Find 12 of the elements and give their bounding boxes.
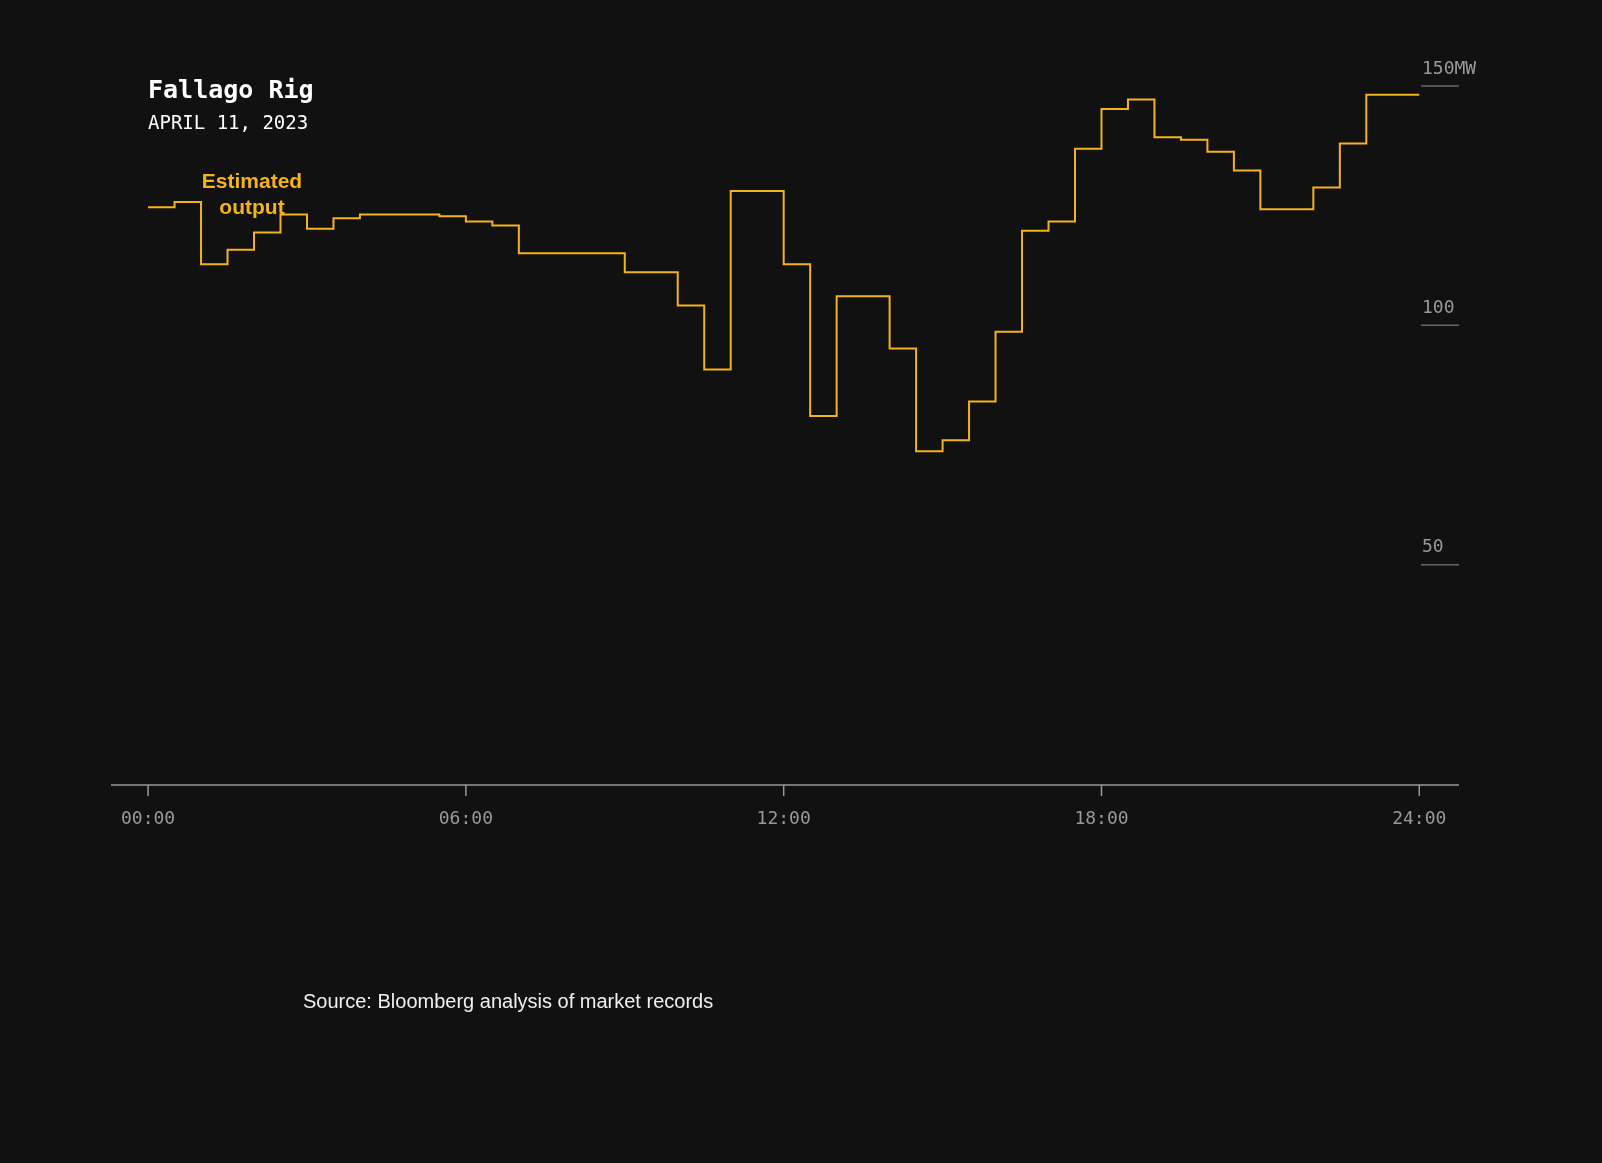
series-label: Estimated output	[201, 169, 303, 218]
chart-title: Fallago Rig	[148, 75, 314, 104]
x-tick-label: 18:00	[1074, 807, 1129, 828]
x-tick-label: 24:00	[1392, 807, 1447, 828]
y-tick-label: 100	[1422, 295, 1455, 317]
chart-date: APRIL 11, 2023	[148, 111, 309, 133]
x-tick-label: 00:00	[121, 807, 176, 828]
y-tick-label: 150MW	[1422, 56, 1477, 78]
x-tick-label: 06:00	[438, 807, 493, 828]
x-tick-label: 12:00	[756, 807, 811, 828]
y-tick-label: 50	[1422, 535, 1444, 557]
source-note: Source: Bloomberg analysis of market records	[303, 990, 714, 1013]
